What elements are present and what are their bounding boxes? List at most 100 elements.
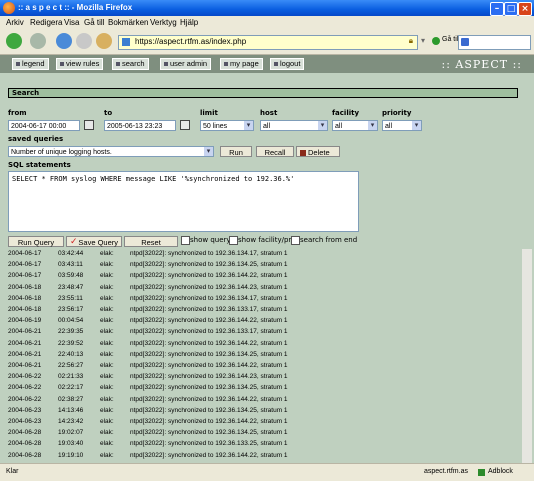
close-window-button[interactable]: × (518, 2, 532, 16)
result-message: ntpd[32022]: synchronized to 192.36.144.… (130, 362, 288, 369)
show-facility-label: show facility/prio (238, 236, 298, 244)
search-engine-icon[interactable] (461, 38, 469, 46)
result-time: 22:56:27 (58, 362, 84, 369)
result-message: ntpd[32022]: synchronized to 192.36.144.… (130, 451, 288, 459)
menu-ga-till[interactable]: Gå till (84, 18, 104, 27)
menu-bokmarken[interactable]: Bokmärken (108, 18, 148, 27)
lock-icon: 🔒︎ (408, 36, 413, 45)
stop-icon[interactable] (76, 33, 92, 49)
menu-redigera[interactable]: Redigera (30, 18, 62, 27)
saved-queries-select[interactable]: Number of unique logging hosts. (8, 146, 214, 157)
result-date: 2004-06-22 (8, 373, 42, 381)
nav-legend-link[interactable]: legend (12, 58, 49, 70)
result-message: ntpd[32022]: synchronized to 192.36.144.… (130, 317, 288, 325)
nav-view-rules-link[interactable]: view rules (56, 58, 104, 70)
result-time: 02:38:27 (58, 395, 84, 403)
results-scrollbar[interactable] (522, 249, 532, 463)
result-host: elak: (100, 283, 114, 291)
adblock-button[interactable]: Adblock (488, 468, 513, 475)
window-titlebar: :: a s p e c t :: - Mozilla Firefox – □ … (0, 0, 534, 16)
result-host: elak: (100, 294, 114, 302)
delete-button[interactable]: Delete (296, 146, 340, 157)
result-time: 23:55:11 (58, 294, 83, 302)
nav-logout-link[interactable]: logout (270, 58, 305, 70)
result-message: ntpd[32022]: synchronized to 192.36.134.… (130, 350, 288, 358)
from-date-input[interactable]: 2004-06-17 00:00 (8, 120, 80, 131)
show-query-checkbox[interactable] (181, 236, 190, 245)
result-time: 00:04:54 (58, 317, 84, 325)
run-saved-button[interactable]: Run (220, 146, 252, 157)
result-host: elak: (100, 362, 114, 369)
menu-verktyg[interactable]: Verktyg (150, 18, 177, 27)
go-icon[interactable] (432, 37, 440, 45)
result-message: ntpd[32022]: synchronized to 192.36.144.… (130, 272, 288, 280)
result-date: 2004-06-21 (8, 350, 42, 358)
result-date: 2004-06-21 (8, 339, 42, 347)
web-search-input[interactable] (458, 35, 531, 50)
result-message: ntpd[32022]: synchronized to 192.36.133.… (130, 306, 288, 313)
to-date-input[interactable]: 2005-06-13 23:23 (104, 120, 176, 131)
result-message: ntpd[32022]: synchronized to 192.36.144.… (130, 395, 288, 403)
security-icon (478, 469, 485, 476)
menu-hjalp[interactable]: Hjälp (180, 18, 198, 27)
host-select[interactable]: all (260, 120, 328, 131)
result-message: ntpd[32022]: synchronized to 192.36.144.… (130, 339, 288, 347)
show-facility-checkbox[interactable] (229, 236, 238, 245)
recall-button[interactable]: Recall (256, 146, 294, 157)
url-bar[interactable]: https://aspect.rtfm.as/index.php 🔒︎ (118, 35, 418, 50)
reset-button[interactable]: Reset (124, 236, 178, 247)
result-date: 2004-06-28 (8, 440, 42, 448)
from-label: from (8, 109, 27, 117)
sql-textarea[interactable]: SELECT * FROM syslog WHERE message LIKE … (8, 171, 359, 232)
url-dropdown-icon[interactable]: ▾ (421, 36, 425, 45)
result-host: elak: (100, 451, 114, 459)
facility-label: facility (332, 109, 360, 117)
maximize-button[interactable]: □ (504, 2, 518, 16)
status-domain: aspect.rtfm.as (424, 468, 468, 475)
brand-logo: :: ASPECT :: (441, 58, 522, 71)
reload-icon[interactable] (56, 33, 72, 49)
minimize-button[interactable]: – (490, 2, 504, 16)
back-arrow-icon[interactable] (6, 33, 22, 49)
result-message: ntpd[32022]: synchronized to 192.36.134.… (130, 294, 288, 302)
result-message: ntpd[32022]: synchronized to 192.36.134.… (130, 250, 288, 257)
result-host: elak: (100, 339, 114, 347)
result-host: elak: (100, 350, 114, 358)
result-host: elak: (100, 406, 114, 414)
result-message: ntpd[32022]: synchronized to 192.36.134.… (130, 261, 288, 269)
run-query-button[interactable]: Run Query (8, 236, 64, 247)
result-date: 2004-06-17 (8, 250, 42, 257)
trash-icon (300, 150, 306, 157)
result-host: elak: (100, 429, 114, 437)
result-host: elak: (100, 272, 114, 280)
priority-select[interactable]: all (382, 120, 422, 131)
search-from-end-checkbox[interactable] (291, 236, 300, 245)
home-icon[interactable] (96, 33, 112, 49)
save-query-button[interactable]: ✓ Save Query (66, 236, 122, 247)
result-date: 2004-06-23 (8, 406, 42, 414)
limit-select[interactable]: 50 lines (200, 120, 254, 131)
result-date: 2004-06-22 (8, 384, 42, 392)
site-icon (122, 38, 130, 46)
nav-search-link[interactable]: search (112, 58, 149, 70)
page-content: legend view rules search user admin my p… (0, 55, 534, 463)
result-time: 03:42:44 (58, 250, 84, 257)
to-label: to (104, 109, 113, 117)
from-calendar-icon[interactable] (84, 120, 94, 130)
result-time: 23:56:17 (58, 306, 84, 313)
facility-select[interactable]: all (332, 120, 378, 131)
menu-visa[interactable]: Visa (64, 18, 79, 27)
result-time: 23:48:47 (58, 283, 84, 291)
result-date: 2004-06-19 (8, 317, 42, 325)
nav-my-page-link[interactable]: my page (220, 58, 263, 70)
result-host: elak: (100, 373, 114, 381)
forward-arrow-icon[interactable] (30, 33, 46, 49)
nav-user-admin-link[interactable]: user admin (160, 58, 212, 70)
save-query-label: Save Query (78, 238, 118, 247)
result-date: 2004-06-22 (8, 395, 42, 403)
to-calendar-icon[interactable] (180, 120, 190, 130)
result-host: elak: (100, 395, 114, 403)
menu-arkiv[interactable]: Arkiv (6, 18, 24, 27)
result-message: ntpd[32022]: synchronized to 192.36.144.… (130, 283, 288, 291)
result-message: ntpd[32022]: synchronized to 192.36.144.… (130, 373, 288, 381)
